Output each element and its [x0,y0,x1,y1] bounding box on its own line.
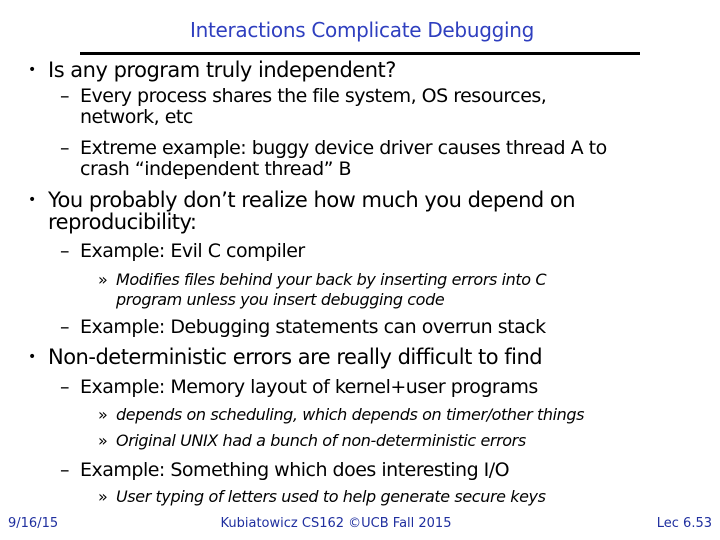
bullet-text: Example: Debugging statements can overru… [80,316,546,338]
bullet-marker-icon: » [98,431,108,450]
bullet-marker-icon: – [60,85,70,107]
bullet-text: Extreme example: buggy device driver cau… [80,137,607,159]
bullet-level3: » Modifies files behind your back by inse… [98,270,547,289]
bullet-text: depends on scheduling, which depends on … [116,405,585,424]
bullet-text: crash “independent thread” B [80,158,352,180]
bullet-level2: – Example: Debugging statements can overr… [60,316,546,338]
bullet-level2-continuation: crash “independent thread” B [80,158,352,180]
bullet-text: Example: Evil C compiler [80,240,305,262]
bullet-marker-icon: – [60,240,70,262]
bullet-text: Modifies files behind your back by inser… [116,270,547,289]
bullet-text: reproducibility: [48,210,197,234]
bullet-level3-continuation: program unless you insert debugging code [116,290,445,309]
bullet-marker-icon: • [28,62,36,78]
bullet-level1: • Non-deterministic errors are really dif… [28,345,543,369]
bullet-marker-icon: • [28,349,36,365]
title-underline [80,52,640,55]
bullet-marker-icon: » [98,487,108,506]
bullet-text: Example: Something which does interestin… [80,459,510,481]
bullet-level2: – Example: Evil C compiler [60,240,305,262]
bullet-text: Is any program truly independent? [48,58,396,82]
bullet-level3: » Original UNIX had a bunch of non-determ… [98,431,526,450]
bullet-text: Example: Memory layout of kernel+user pr… [80,376,538,398]
bullet-level2: – Every process shares the file system, O… [60,85,547,107]
bullet-marker-icon: • [28,192,36,208]
bullet-marker-icon: – [60,459,70,481]
bullet-marker-icon: – [60,137,70,159]
bullet-level3: » depends on scheduling, which depends on… [98,405,584,424]
bullet-level1: • Is any program truly independent? [28,58,396,82]
bullet-text: network, etc [80,106,193,128]
bullet-level2: – Example: Memory layout of kernel+user p… [60,376,538,398]
footer-course: Kubiatowicz CS162 ©UCB Fall 2015 [220,516,452,531]
bullet-level1-continuation: reproducibility: [48,210,197,234]
bullet-level1: • You probably don’t realize how much you… [28,188,576,212]
bullet-level2: – Example: Something which does interesti… [60,459,510,481]
bullet-level3: » User typing of letters used to help gen… [98,487,546,506]
bullet-marker-icon: » [98,270,108,289]
footer-page-number: Lec 6.53 [656,516,712,531]
bullet-marker-icon: – [60,376,70,398]
slide-title: Interactions Complicate Debugging [189,18,535,42]
bullet-level2: – Extreme example: buggy device driver ca… [60,137,607,159]
bullet-text: program unless you insert debugging code [116,290,445,309]
bullet-text: Original UNIX had a bunch of non-determi… [116,431,526,450]
bullet-marker-icon: » [98,405,108,424]
bullet-text: User typing of letters used to help gene… [116,487,546,506]
bullet-text: Every process shares the file system, OS… [80,85,547,107]
bullet-marker-icon: – [60,316,70,338]
bullet-text: You probably don’t realize how much you … [48,188,576,212]
bullet-text: Non-deterministic errors are really diff… [48,345,543,369]
bullet-level2-continuation: network, etc [80,106,193,128]
